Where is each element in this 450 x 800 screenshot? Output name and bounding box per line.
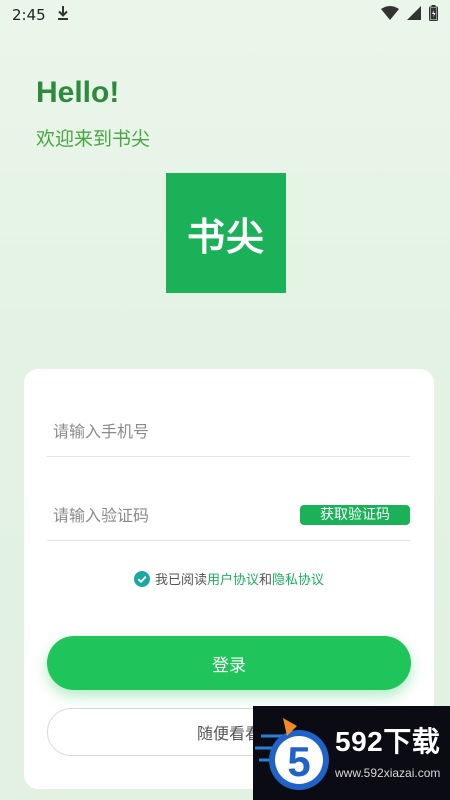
- get-code-button[interactable]: 获取验证码: [300, 505, 410, 525]
- signal-icon: [407, 6, 421, 24]
- phone-field: [47, 407, 410, 457]
- battery-icon: [429, 5, 438, 25]
- agreement-row: 我已阅读用户协议和隐私协议: [24, 569, 434, 588]
- site-watermark: 5 592下载 www.592xiazai.com: [253, 706, 450, 800]
- agreement-and: 和: [259, 573, 273, 588]
- login-button[interactable]: 登录: [47, 636, 411, 690]
- watermark-title: 592下载: [335, 726, 441, 757]
- status-left: 2:45: [12, 5, 70, 25]
- wifi-icon: [381, 6, 399, 24]
- check-circle-icon[interactable]: [133, 570, 150, 587]
- app-logo: 书尖: [166, 173, 286, 293]
- code-field: 获取验证码: [47, 491, 410, 541]
- status-time: 2:45: [12, 6, 46, 24]
- verification-code-input[interactable]: [47, 506, 279, 525]
- user-agreement-link[interactable]: 用户协议: [207, 573, 259, 588]
- watermark-url: www.592xiazai.com: [335, 766, 441, 780]
- phone-input[interactable]: [47, 422, 279, 441]
- agreement-prefix: 我已阅读: [154, 573, 207, 588]
- svg-text:5: 5: [287, 738, 310, 785]
- watermark-logo-icon: 5: [253, 706, 331, 800]
- greeting-title: Hello!: [36, 76, 120, 109]
- status-right: [381, 5, 438, 25]
- download-icon: [56, 5, 70, 25]
- welcome-subtitle: 欢迎来到书尖: [36, 128, 151, 150]
- status-bar: 2:45: [0, 0, 450, 30]
- watermark-text: 592下载 www.592xiazai.com: [335, 726, 440, 780]
- privacy-agreement-link[interactable]: 隐私协议: [272, 573, 324, 588]
- app-logo-text: 书尖: [186, 214, 265, 259]
